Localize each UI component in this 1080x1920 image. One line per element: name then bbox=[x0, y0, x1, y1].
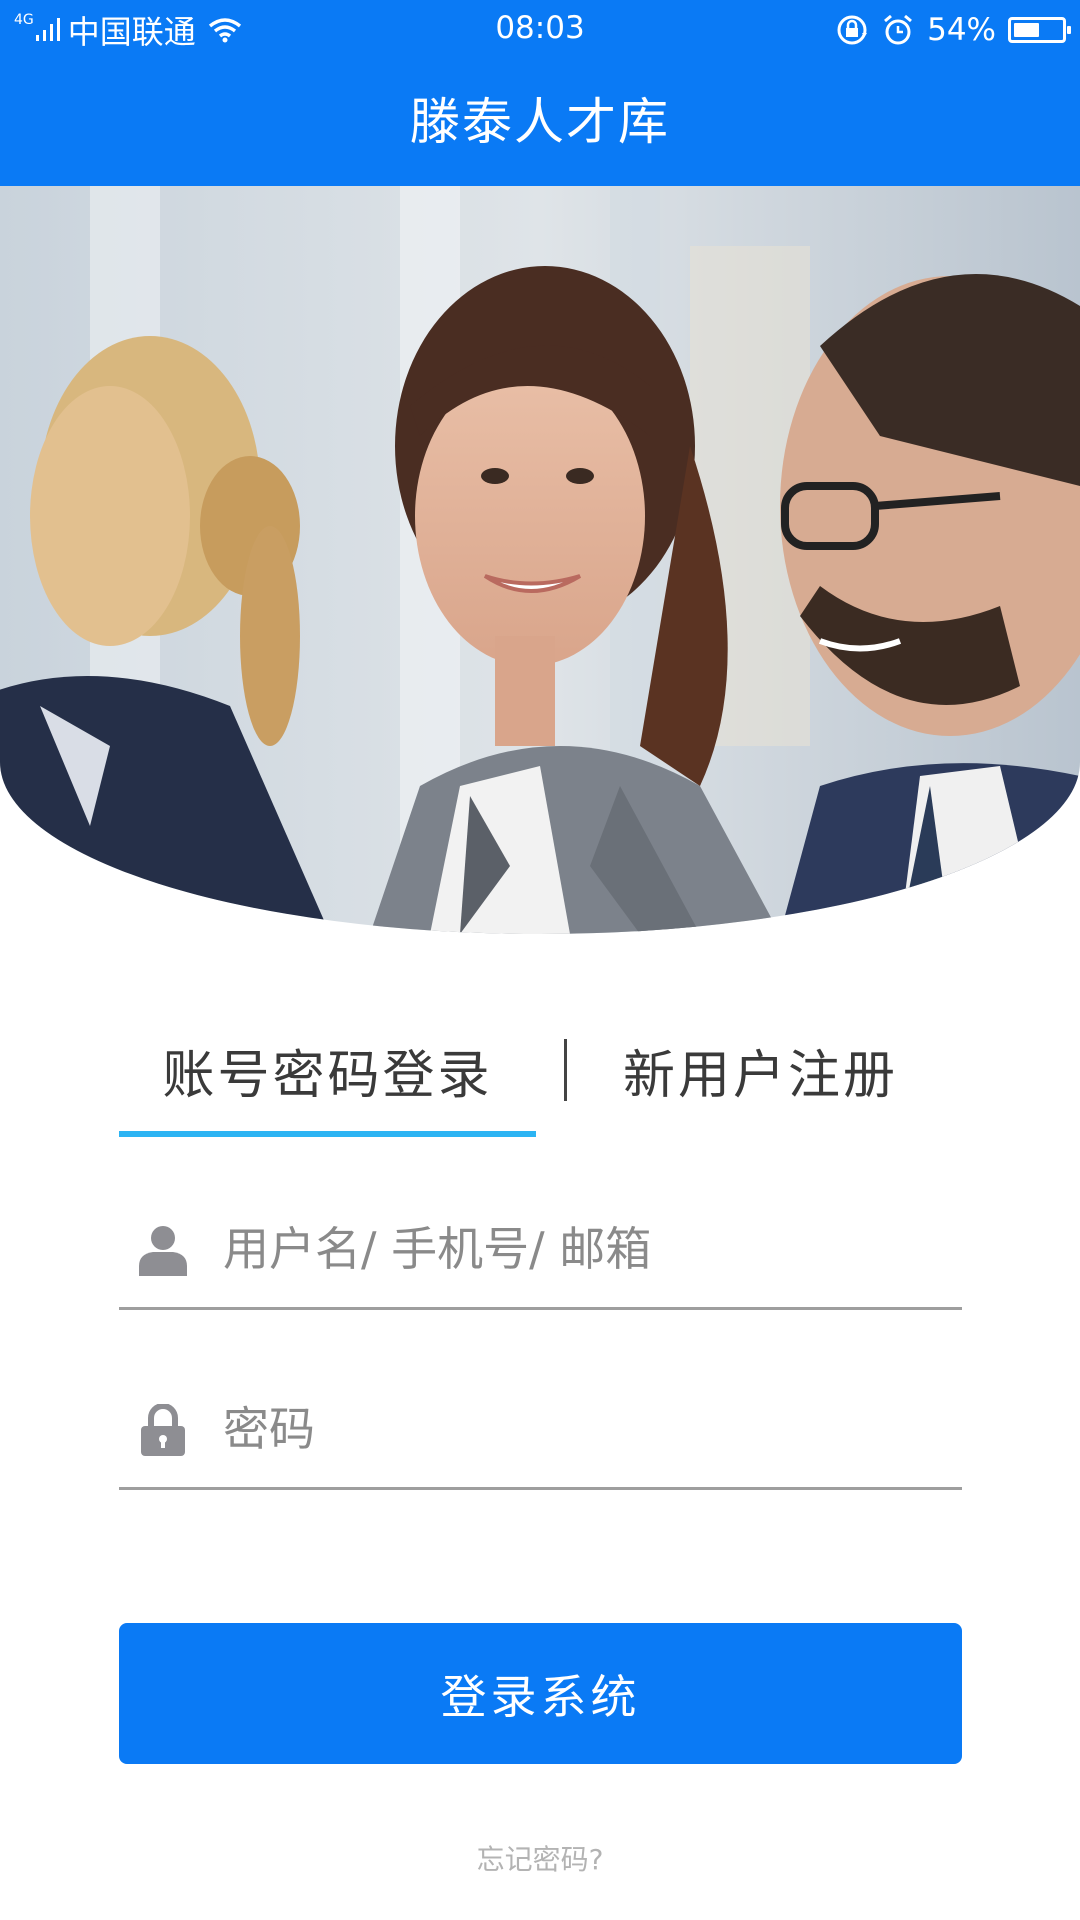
tab-register[interactable]: 新用户注册 bbox=[559, 1020, 962, 1120]
battery-fill bbox=[1014, 23, 1039, 37]
active-tab-indicator bbox=[119, 1131, 536, 1137]
business-people-photo bbox=[0, 186, 1080, 934]
password-input[interactable] bbox=[223, 1394, 943, 1464]
username-field bbox=[119, 1200, 962, 1310]
login-tabs: 账号密码登录 新用户注册 bbox=[119, 1020, 962, 1140]
status-bar: 4G 中国联通 08:03 54% bbox=[0, 0, 1080, 58]
tab-account-login[interactable]: 账号密码登录 bbox=[119, 1020, 536, 1120]
forgot-password-link[interactable]: 忘记密码? bbox=[0, 1838, 1080, 1878]
password-field bbox=[119, 1380, 962, 1490]
username-input[interactable] bbox=[223, 1214, 943, 1284]
app-header: 4G 中国联通 08:03 54% 滕泰人才库 bbox=[0, 0, 1080, 186]
status-right: 54% bbox=[835, 10, 1071, 50]
rotation-lock-icon bbox=[837, 15, 868, 45]
battery-icon bbox=[1008, 17, 1071, 43]
user-icon bbox=[139, 1226, 187, 1276]
hero-image bbox=[0, 186, 1080, 934]
login-button[interactable]: 登录系统 bbox=[119, 1623, 962, 1764]
alarm-icon bbox=[884, 14, 913, 45]
lock-icon bbox=[141, 1404, 185, 1456]
page-title: 滕泰人才库 bbox=[410, 93, 670, 151]
battery-percent: 54% bbox=[927, 12, 996, 48]
